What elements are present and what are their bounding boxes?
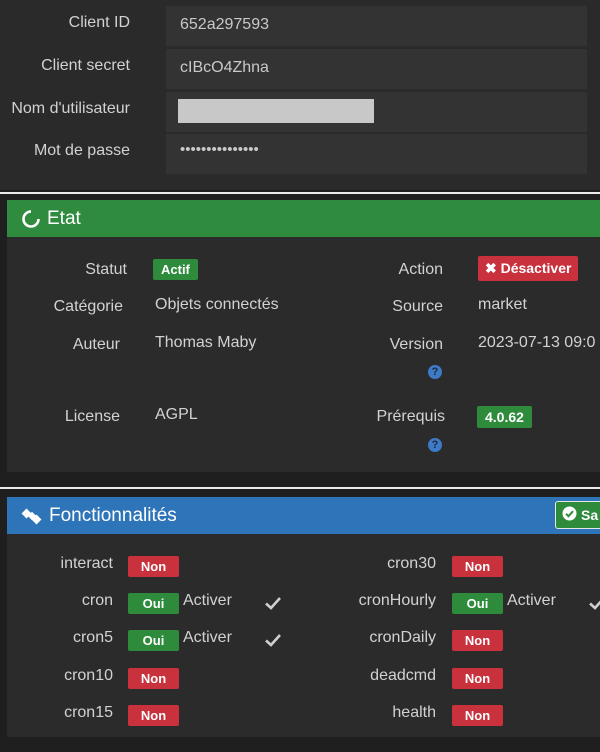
fonctionnalites-panel: Fonctionnalités Sa interact Non cron Oui Act…	[7, 497, 600, 737]
statut-badge: Actif	[153, 259, 198, 280]
auteur-value: Thomas Maby	[155, 334, 257, 351]
client-secret-label: Client secret	[41, 57, 130, 74]
license-label: License	[64, 408, 120, 425]
status-badge-interact: Non	[128, 556, 179, 577]
credentials-form: Client ID 652a297593 Client secret cIBcO…	[0, 0, 600, 190]
fonctionnalites-header: Fonctionnalités Sa	[7, 497, 600, 534]
source-value: market	[478, 296, 527, 313]
password-input[interactable]: •••••••••••••••	[166, 134, 587, 174]
divider	[0, 487, 600, 489]
status-badge-cron: Oui	[128, 593, 179, 614]
username-input[interactable]	[166, 92, 587, 132]
username-row: Nom d'utilisateur	[0, 92, 600, 132]
check-circle-icon	[562, 506, 577, 524]
times-icon: ✖	[485, 260, 497, 276]
client-secret-row: Client secret cIBcO4Zhna	[0, 49, 600, 89]
status-badge-health: Non	[452, 705, 503, 726]
auteur-label: Auteur	[72, 336, 120, 353]
client-id-row: Client ID 652a297593	[0, 6, 600, 46]
fonctionnalites-title: Fonctionnalités	[49, 504, 177, 526]
activer-label: Activer	[507, 592, 556, 609]
categorie-label: Catégorie	[53, 298, 123, 315]
action-label: Action	[398, 261, 443, 278]
activer-label: Activer	[183, 629, 232, 646]
prerequis-badge: 4.0.62	[477, 406, 532, 428]
save-button[interactable]: Sa	[555, 501, 600, 529]
help-icon[interactable]: ?	[428, 438, 442, 452]
status-badge-cron30: Non	[452, 556, 503, 577]
prerequis-label: Prérequis	[376, 408, 445, 425]
divider	[0, 192, 600, 194]
etat-panel: Etat Statut Actif Action ✖ Désactiver Ca…	[7, 200, 600, 472]
feature-name-interact: interact	[60, 555, 113, 572]
client-secret-input[interactable]: cIBcO4Zhna	[166, 49, 587, 89]
feature-name-cron5: cron5	[72, 629, 113, 646]
activer-label: Activer	[183, 592, 232, 609]
status-badge-cron5: Oui	[128, 630, 179, 651]
status-badge-cronHourly: Oui	[452, 593, 503, 614]
status-badge-cron15: Non	[128, 705, 179, 726]
statut-label: Statut	[85, 261, 127, 278]
client-id-value: 652a297593	[180, 16, 269, 33]
status-badge-cron10: Non	[128, 668, 179, 689]
save-label: Sa	[581, 507, 599, 523]
etat-header: Etat	[7, 200, 600, 237]
feature-name-cron10: cron10	[64, 667, 113, 684]
status-badge-cronDaily: Non	[452, 630, 503, 651]
activer-checkbox-cron[interactable]	[263, 593, 283, 613]
categorie-value: Objets connectés	[155, 296, 279, 313]
password-mask: •••••••••••••••	[180, 141, 259, 158]
version-value: 2023-07-13 09:0	[478, 334, 596, 351]
feature-name-cron15: cron15	[64, 704, 113, 721]
activer-checkbox-cronHourly[interactable]	[587, 593, 600, 613]
satellite-icon	[21, 505, 43, 527]
client-secret-value: cIBcO4Zhna	[180, 59, 269, 76]
redacted-username	[178, 99, 374, 123]
feature-name-cronDaily: cronDaily	[369, 629, 436, 646]
feature-name-cron30: cron30	[387, 555, 436, 572]
desactiver-label: Désactiver	[500, 260, 572, 276]
client-id-input[interactable]: 652a297593	[166, 6, 587, 46]
feature-name-cron: cron	[81, 592, 113, 609]
etat-title: Etat	[47, 207, 81, 229]
license-value: AGPL	[155, 406, 198, 423]
version-label: Version	[389, 336, 443, 353]
desactiver-button[interactable]: ✖ Désactiver	[478, 256, 579, 281]
status-badge-deadcmd: Non	[452, 668, 503, 689]
client-id-label: Client ID	[68, 14, 130, 31]
feature-name-deadcmd: deadcmd	[370, 667, 436, 684]
password-row: Mot de passe •••••••••••••••	[0, 134, 600, 174]
feature-name-cronHourly: cronHourly	[358, 592, 436, 609]
source-label: Source	[392, 298, 443, 315]
help-icon[interactable]: ?	[428, 365, 442, 379]
refresh-circle-icon	[21, 209, 41, 229]
feature-name-health: health	[392, 704, 436, 721]
activer-checkbox-cron5[interactable]	[263, 630, 283, 650]
password-label: Mot de passe	[33, 142, 130, 159]
username-label: Nom d'utilisateur	[11, 100, 130, 117]
